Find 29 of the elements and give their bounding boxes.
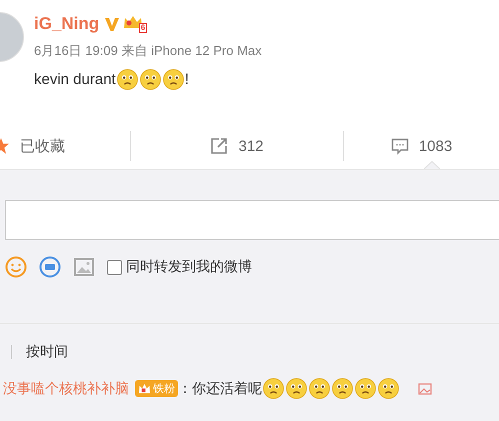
fan-badge: 铁粉 bbox=[135, 380, 178, 397]
post-text: ! bbox=[184, 71, 189, 88]
author-name[interactable]: iG_Ning bbox=[34, 14, 100, 34]
image-icon[interactable] bbox=[73, 256, 95, 278]
gif-icon[interactable] bbox=[39, 256, 61, 278]
comment-text: ：你还活着呢 bbox=[178, 380, 262, 398]
sad-face-icon bbox=[116, 69, 138, 90]
checkbox-label[interactable]: 同时转发到我的微博 bbox=[126, 258, 252, 276]
sad-face-icon bbox=[309, 378, 330, 399]
favorite-button[interactable]: 已收藏 bbox=[0, 136, 65, 156]
post-text: kevin durant bbox=[34, 71, 116, 88]
sad-face-icon bbox=[332, 378, 353, 399]
post-source: 来自 iPhone 12 Pro Max bbox=[121, 43, 262, 58]
sad-face-icon bbox=[286, 378, 307, 399]
image-icon[interactable] bbox=[418, 382, 432, 396]
comment-button[interactable]: 1083 bbox=[390, 137, 452, 155]
share-icon bbox=[210, 137, 228, 155]
comment-input[interactable] bbox=[5, 200, 499, 240]
sort-option[interactable]: 按时间 bbox=[26, 343, 68, 361]
smiley-icon[interactable] bbox=[5, 256, 27, 278]
sad-face-icon bbox=[378, 378, 399, 399]
sad-face-icon bbox=[162, 69, 184, 90]
sad-face-icon bbox=[355, 378, 376, 399]
repost-button[interactable]: 312 bbox=[210, 137, 264, 155]
sad-face-icon bbox=[263, 378, 284, 399]
comment-icon bbox=[390, 137, 409, 155]
post-time: 6月16日 19:09 bbox=[34, 43, 118, 58]
sad-face-icon bbox=[140, 69, 161, 90]
checkbox[interactable] bbox=[107, 260, 122, 274]
